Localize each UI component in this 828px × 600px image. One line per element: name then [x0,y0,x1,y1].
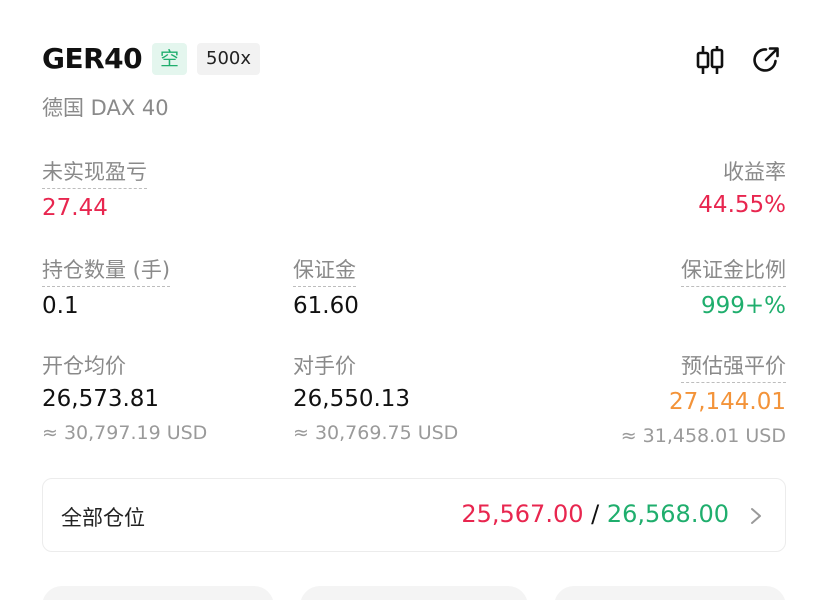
margin-ratio-label[interactable]: 保证金比例 [681,254,786,287]
positions-value-green: 26,568.00 [606,500,729,528]
unrealized-pnl-label[interactable]: 未实现盈亏 [42,156,147,189]
margin-label[interactable]: 保证金 [293,254,356,287]
header: GER40 空 500x [42,40,786,80]
candlestick-chart-icon[interactable] [692,42,728,78]
margin-ratio-value: 999+% [700,293,786,319]
unrealized-pnl-value: 27.44 [42,195,108,221]
counter-price-usd: ≈ 30,769.75 USD [293,422,459,444]
avg-open-price-value: 26,573.81 [42,386,160,412]
roe-value: 44.55% [698,192,786,218]
all-positions-row[interactable]: 全部仓位 25,567.00 / 26,568.00 [42,478,786,552]
chevron-right-icon [745,504,767,528]
action-button-1[interactable] [42,586,274,600]
action-button-3[interactable] [554,586,786,600]
est-liq-price: 预估强平价 27,144.01 ≈ 31,458.01 USD [621,350,786,447]
instrument-subtitle: 德国 DAX 40 [42,96,169,120]
counter-price: 对手价 26,550.13 ≈ 30,769.75 USD [293,350,458,444]
share-icon[interactable] [748,42,784,78]
positions-separator: / [583,500,607,528]
margin-value: 61.60 [293,293,359,319]
avg-open-price-usd: ≈ 30,797.19 USD [42,422,208,444]
position-size-label[interactable]: 持仓数量 (手) [42,254,171,287]
counter-price-value: 26,550.13 [293,386,411,412]
avg-open-price: 开仓均价 26,573.81 ≈ 30,797.19 USD [42,350,207,444]
position-size-value: 0.1 [42,293,79,319]
symbol-title: GER40 [42,42,143,75]
est-liq-price-value: 27,144.01 [668,389,786,415]
position-size: 持仓数量 (手) 0.1 [42,254,171,319]
positions-value-red: 25,567.00 [461,500,584,528]
unrealized-pnl: 未实现盈亏 27.44 [42,156,147,221]
side-badge: 空 [152,43,188,75]
action-button-2[interactable] [300,586,528,600]
roe: 收益率 44.55% [698,156,786,218]
avg-open-price-label: 开仓均价 [42,354,126,378]
est-liq-price-label[interactable]: 预估强平价 [681,350,786,383]
margin: 保证金 61.60 [293,254,359,319]
counter-price-label: 对手价 [293,354,356,378]
all-positions-label: 全部仓位 [61,506,145,530]
est-liq-price-usd: ≈ 31,458.01 USD [620,425,786,447]
margin-ratio: 保证金比例 999+% [681,254,786,319]
leverage-badge[interactable]: 500x [197,43,261,75]
all-positions-values: 25,567.00 / 26,568.00 [461,500,729,528]
roe-label: 收益率 [723,160,786,184]
